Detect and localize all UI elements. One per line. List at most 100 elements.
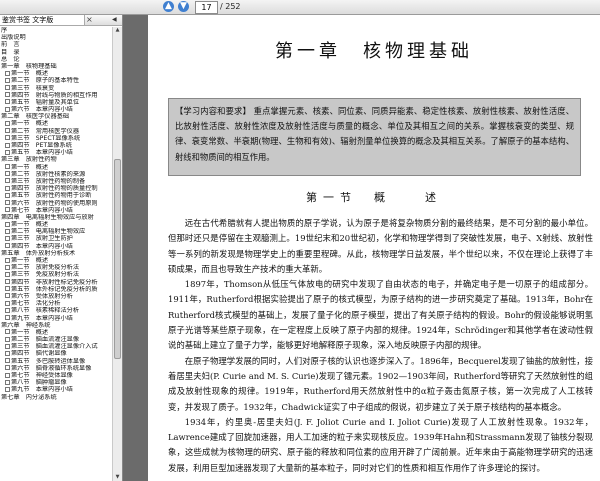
bookmark-label: 第八节 核素稀释法分析 (11, 307, 80, 315)
bookmark-item[interactable]: 第九节 本章内容小结 (0, 386, 112, 393)
bookmark-item[interactable]: 第八节 核素稀释法分析 (0, 307, 112, 314)
bookmark-item[interactable]: 第二节 放射性核素的来源 (0, 171, 112, 178)
bookmark-item[interactable]: 第七节 活化分析 (0, 300, 112, 307)
scrollbar-thumb[interactable] (114, 159, 121, 359)
bookmark-item[interactable]: 第一节 概述 (0, 257, 112, 264)
paragraph: 1934年，约里奥-居里夫妇(J. F. Joliot Curie and I.… (168, 416, 593, 473)
bookmark-item[interactable]: 第四章 电离辐射生物效应与放射 (0, 214, 112, 221)
sidebar-scrollbar[interactable]: ▲ ▼ (112, 27, 122, 481)
bookmark-label: 第四章 电离辐射生物效应与放射 (1, 213, 94, 221)
bookmark-label: 第二节 放射性核素的来源 (11, 170, 86, 178)
bookmarks-tab-bar: 鉴赏书签 文字版 × ◀ (0, 15, 122, 26)
bookmark-item[interactable]: 第七章 内分泌系统 (0, 394, 112, 401)
bookmark-item[interactable]: 第六节 放射性药物的使用原则 (0, 200, 112, 207)
bookmarks-tab[interactable]: 鉴赏书签 文字版 (0, 15, 85, 25)
bookmark-item[interactable]: 第六节 本章内容小结 (0, 106, 112, 113)
collapse-panel-icon[interactable]: ◀ (112, 16, 117, 23)
bookmark-item[interactable]: 第三节 脑血流灌注显像介入试 (0, 343, 112, 350)
bookmark-item[interactable]: 第二节 常用核医学仪器 (0, 128, 112, 135)
bookmark-item[interactable]: 第三节 免疫放射分析法 (0, 271, 112, 278)
bookmark-label: 第六节 本章内容小结 (11, 106, 73, 114)
bookmark-node-icon (5, 120, 10, 126)
bookmark-label: 目 录 (1, 48, 20, 56)
bookmark-item[interactable]: 第七节 本章内容小结 (0, 207, 112, 214)
close-icon[interactable]: × (86, 15, 93, 25)
bookmark-item[interactable]: 出版说明 (0, 34, 112, 41)
bookmark-item[interactable]: 第三章 放射性药物 (0, 156, 112, 163)
bookmark-item[interactable]: 第五节 本章内容小结 (0, 149, 112, 156)
bookmark-item[interactable]: 第二节 放射免疫分析法 (0, 264, 112, 271)
bookmark-item[interactable]: 第一章 核物理基础 (0, 63, 112, 70)
bookmark-label: 第三章 放射性药物 (1, 156, 57, 164)
next-page-button[interactable]: ▼ (178, 1, 189, 12)
bookmark-label: 第三节 放射卫生防护 (11, 235, 73, 243)
bookmark-item[interactable]: 第二节 原子的基本特性 (0, 77, 112, 84)
bookmark-label: 第一章 核物理基础 (1, 62, 57, 70)
bookmark-item[interactable]: 第三节 核衰变 (0, 85, 112, 92)
bookmark-item[interactable]: 第六节 受体放射分析 (0, 293, 112, 300)
bookmark-item[interactable]: 第三节 放射卫生防护 (0, 235, 112, 242)
bookmark-node-icon (5, 286, 10, 292)
bookmark-node-icon (5, 243, 10, 249)
bookmark-node-icon (5, 99, 10, 105)
bookmark-label: 第一节 概述 (11, 70, 49, 78)
bookmarks-panel: 鉴赏书签 文字版 × ◀ 序出版说明前 言目 录总 论第一章 核物理基础 第一节 … (0, 15, 123, 481)
bookmark-item[interactable]: 第五章 体外放射分析技术 (0, 250, 112, 257)
bookmark-item[interactable]: 前 言 (0, 41, 112, 48)
bookmark-item[interactable]: 第四节 射线与物质的相互作用 (0, 92, 112, 99)
scroll-down-icon[interactable]: ▼ (114, 474, 121, 481)
bookmark-item[interactable]: 总 论 (0, 56, 112, 63)
bookmark-item[interactable]: 第三节 放射性药物的制备 (0, 178, 112, 185)
bookmark-item[interactable]: 第七节 神经受体显像 (0, 372, 112, 379)
bookmark-item[interactable]: 第四节 非放射性标记免疫分析 (0, 279, 112, 286)
bookmark-node-icon (5, 386, 10, 392)
bookmark-item[interactable]: 第五节 辐射量及其单位 (0, 99, 112, 106)
bookmark-item[interactable]: 第三节 SPECT显像系统 (0, 135, 112, 142)
bookmark-item[interactable]: 目 录 (0, 49, 112, 56)
previous-page-button[interactable]: ▲ (163, 1, 174, 12)
bookmark-item[interactable]: 第一节 概述 (0, 221, 112, 228)
bookmark-node-icon (5, 329, 10, 335)
bookmark-label: 前 言 (1, 41, 20, 49)
bookmark-label: 序 (1, 27, 8, 34)
scroll-up-icon[interactable]: ▲ (114, 27, 121, 34)
bookmark-label: 第五节 多巴胺转运体显像 (11, 357, 86, 365)
bookmark-label: 第一节 概述 (11, 328, 49, 336)
bookmark-item[interactable]: 第一节 概述 (0, 70, 112, 77)
bookmark-item[interactable]: 第四节 脑代谢显像 (0, 350, 112, 357)
bookmark-item[interactable]: 第二章 核医学仪器基础 (0, 113, 112, 120)
bookmark-item[interactable]: 第九节 本章内容小结 (0, 315, 112, 322)
bookmark-item[interactable]: 第五节 放射性药物用于诊断 (0, 192, 112, 199)
bookmark-node-icon (5, 279, 10, 285)
bookmark-label: 第三节 SPECT显像系统 (11, 134, 81, 142)
bookmark-item[interactable]: 第五节 体外标记免疫分析的质 (0, 286, 112, 293)
bookmark-item[interactable]: 第六章 神经系统 (0, 322, 112, 329)
bookmark-item[interactable]: 第一节 概述 (0, 164, 112, 171)
bookmark-item[interactable]: 第一节 概述 (0, 329, 112, 336)
bookmark-item[interactable]: 第四节 本章内容小结 (0, 243, 112, 250)
page-total-label: / 252 (220, 2, 241, 11)
bookmark-label: 第五章 体外放射分析技术 (1, 249, 76, 257)
page-number-input[interactable]: 17 (195, 1, 218, 14)
bookmark-item[interactable]: 第五节 多巴胺转运体显像 (0, 358, 112, 365)
paragraph: 1897年，Thomson从低压气体放电的研究中发现了自由状态的电子，并确定电子… (168, 279, 593, 351)
bookmark-node-icon (5, 264, 10, 270)
bookmark-node-icon (5, 142, 10, 148)
bookmark-label: 第七节 神经受体显像 (11, 372, 73, 379)
bookmark-label: 第五节 本章内容小结 (11, 149, 73, 157)
bookmark-item[interactable]: 第一节 概述 (0, 120, 112, 127)
bookmark-item[interactable]: 第六节 脑脊液循环系统显像 (0, 365, 112, 372)
bookmark-item[interactable]: 第八节 脑肿瘤显像 (0, 379, 112, 386)
bookmark-item[interactable]: 第四节 PET显像系统 (0, 142, 112, 149)
bookmark-item[interactable]: 序 (0, 27, 112, 34)
bookmark-label: 第八节 脑肿瘤显像 (11, 379, 67, 387)
bookmark-node-icon (5, 149, 10, 155)
bookmark-label: 第七节 本章内容小结 (11, 206, 73, 214)
bookmark-item[interactable]: 第二节 电离辐射生物效应 (0, 228, 112, 235)
bookmark-node-icon (5, 77, 10, 83)
bookmark-item[interactable]: 第二节 脑血流灌注显像 (0, 336, 112, 343)
bookmark-label: 第二节 原子的基本特性 (11, 77, 80, 85)
bookmark-item[interactable]: 第四节 放射性药物的质量控制 (0, 185, 112, 192)
bookmark-node-icon (5, 228, 10, 234)
bookmark-node-icon (5, 128, 10, 134)
